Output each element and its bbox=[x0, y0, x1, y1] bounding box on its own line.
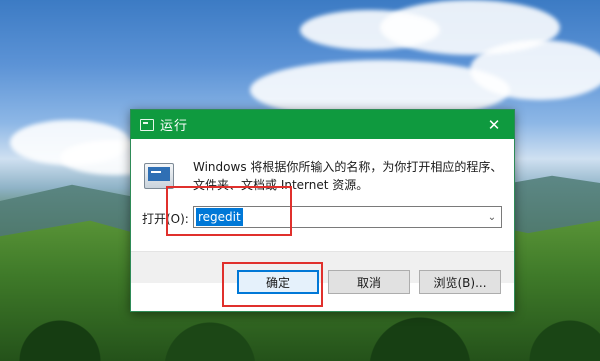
cancel-button[interactable]: 取消 bbox=[328, 270, 410, 294]
highlight-box-ok bbox=[222, 262, 323, 307]
titlebar: 运行 ✕ bbox=[131, 110, 514, 139]
highlight-box-input bbox=[166, 186, 292, 236]
chevron-down-icon[interactable]: ⌄ bbox=[483, 207, 501, 227]
run-icon bbox=[140, 118, 154, 131]
browse-button[interactable]: 浏览(B)... bbox=[419, 270, 501, 294]
dialog-title: 运行 bbox=[160, 119, 189, 134]
cloud bbox=[470, 40, 600, 100]
close-button[interactable]: ✕ bbox=[474, 110, 514, 139]
